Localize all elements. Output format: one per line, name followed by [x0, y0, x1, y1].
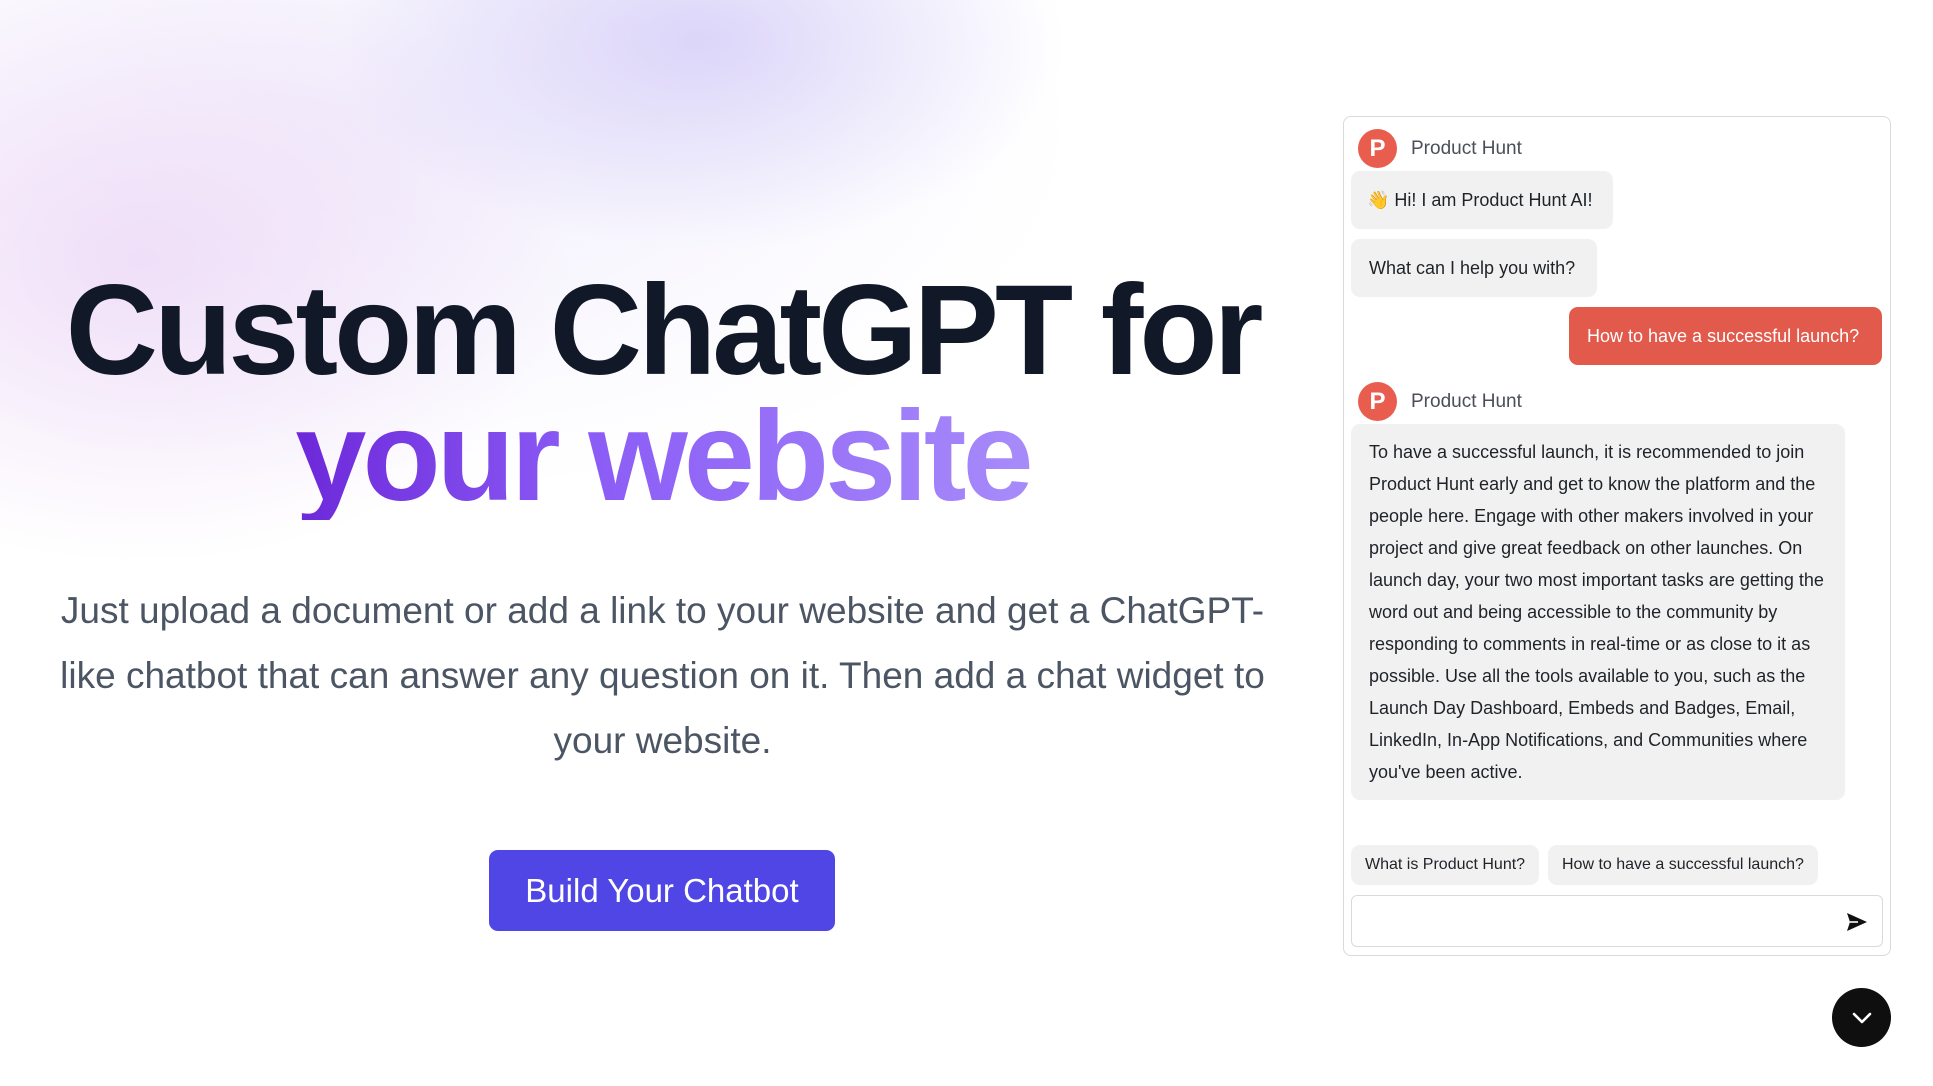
bot-header: P Product Hunt — [1358, 382, 1522, 421]
bot-name: Product Hunt — [1411, 137, 1522, 159]
chevron-down-icon — [1851, 1011, 1873, 1025]
bot-avatar: P — [1358, 382, 1397, 421]
bot-avatar: P — [1358, 129, 1397, 168]
bot-header: P Product Hunt — [1358, 129, 1522, 168]
chat-input[interactable] — [1352, 896, 1882, 946]
suggestion-chip[interactable]: What is Product Hunt? — [1351, 845, 1540, 885]
bot-message: What can I help you with? — [1351, 239, 1597, 297]
chat-input-container — [1351, 895, 1883, 947]
chat-widget: P Product Hunt 👋 Hi! I am Product Hunt A… — [1343, 116, 1891, 956]
suggestion-chip[interactable]: How to have a successful launch? — [1548, 845, 1818, 885]
bot-name: Product Hunt — [1411, 390, 1522, 412]
bot-message: To have a successful launch, it is recom… — [1351, 424, 1845, 800]
bot-message: 👋 Hi! I am Product Hunt AI! — [1351, 171, 1613, 229]
collapse-chat-button[interactable] — [1832, 988, 1891, 1047]
hero-title-highlight: your website — [295, 385, 1033, 528]
send-button[interactable] — [1844, 909, 1870, 935]
hero-subtitle: Just upload a document or add a link to … — [60, 590, 1265, 761]
hero-title: Custom ChatGPT for your website — [60, 259, 1265, 528]
build-chatbot-button[interactable]: Build Your Chatbot — [489, 850, 835, 931]
user-message: How to have a successful launch? — [1569, 307, 1882, 365]
hero-title-line1: Custom ChatGPT for — [65, 259, 1264, 402]
send-icon — [1846, 912, 1868, 932]
page: Custom ChatGPT for your website Just upl… — [0, 0, 1933, 1086]
